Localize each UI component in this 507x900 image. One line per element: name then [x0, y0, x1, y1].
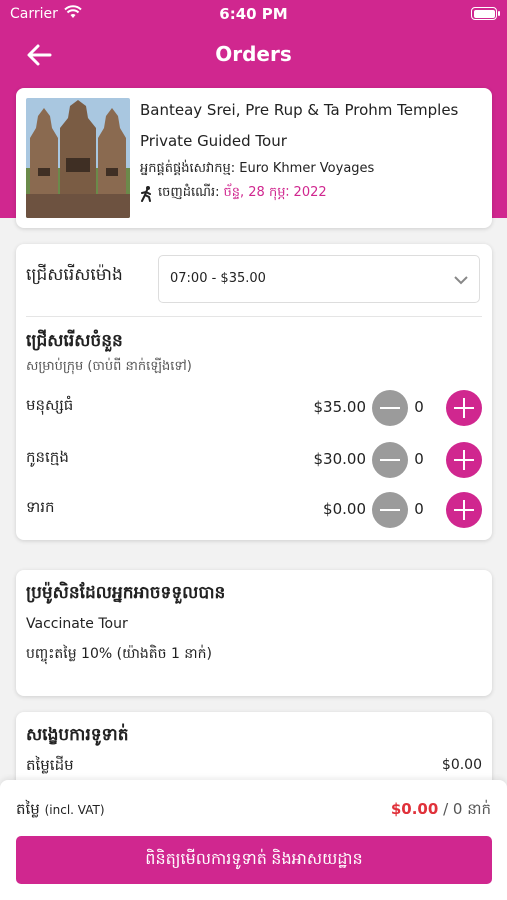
selection-card: ជ្រើសរើសម៉ោង 07:00 - $35.00 ជ្រើសរើសចំនួ… [16, 244, 492, 540]
promotion-title: ប្រម៉ូសិនដែលអ្នកអាចទទួលបាន [26, 583, 226, 603]
battery-icon [471, 7, 500, 20]
chevron-down-icon [454, 276, 468, 285]
increment-button[interactable] [446, 442, 482, 478]
quantity-row-child: កូនក្មេង $30.00 0 [26, 440, 482, 480]
status-bar: Carrier 6:40 PM [0, 0, 507, 28]
time-dropdown[interactable]: 07:00 - $35.00 [158, 255, 480, 303]
row-label: មនុស្សធំ [26, 396, 74, 414]
row-price: $0.00 [323, 500, 366, 518]
per-person-count: / 0 នាក់ [443, 800, 491, 818]
depart-date: ច័ន្ទ, 28 កុម្ភៈ 2022 [223, 185, 327, 200]
row-count: 0 [414, 500, 424, 518]
row-price: $30.00 [313, 450, 367, 468]
depart-line: ចេញដំណើរ: ច័ន្ទ, 28 កុម្ភៈ 2022 [140, 184, 327, 203]
provider-label: អ្នកផ្គត់ផ្គង់សេវាកម្ម: [140, 161, 236, 176]
page-title: Orders [215, 42, 292, 66]
quantity-row-adult: មនុស្សធំ $35.00 0 [26, 388, 482, 428]
promotion-description: បញ្ចុះតម្លៃ 10% (យ៉ាងតិច 1 នាក់) [26, 646, 212, 662]
promotion-name: Vaccinate Tour [26, 616, 128, 632]
time-select-label: ជ្រើសរើសម៉ោង [26, 265, 123, 285]
decrement-button[interactable] [372, 442, 408, 478]
depart-label: ចេញដំណើរ: [158, 185, 220, 200]
decrement-button[interactable] [372, 492, 408, 528]
base-price-value: $0.00 [441, 757, 482, 773]
quantity-row-infant: ទារក $0.00 0 [26, 490, 482, 530]
tour-name: Banteay Srei, Pre Rup & Ta Prohm Temples [140, 101, 459, 119]
total-amount: $0.00 [390, 800, 439, 818]
row-price: $35.00 [313, 398, 367, 416]
checkout-footer: តម្លៃ (incl. VAT) $0.00 / 0 នាក់ ពិនិត្យ… [0, 780, 507, 900]
tour-thumbnail [26, 98, 130, 218]
tour-card: Banteay Srei, Pre Rup & Ta Prohm Temples… [16, 88, 492, 228]
tour-subtitle: Private Guided Tour [140, 132, 287, 150]
quantity-subtitle: សម្រាប់ក្រុម (ចាប់ពី នាក់ឡើងទៅ) [26, 359, 192, 374]
checkout-button[interactable]: ពិនិត្យមើលការទូទាត់ និងអាសយដ្ឋាន [16, 836, 492, 884]
increment-button[interactable] [446, 390, 482, 426]
total-price: $0.00 / 0 នាក់ [391, 800, 491, 822]
quantity-title: ជ្រើសរើសចំនួន [26, 331, 123, 351]
provider-name: Euro Khmer Voyages [239, 161, 375, 176]
row-label: កូនក្មេង [26, 448, 69, 466]
decrement-button[interactable] [372, 390, 408, 426]
time-dropdown-value: 07:00 - $35.00 [170, 271, 266, 286]
row-count: 0 [414, 398, 424, 416]
summary-title: សង្ខេបការទូទាត់ [26, 725, 129, 745]
divider [26, 316, 482, 317]
vat-note: (incl. VAT) [44, 803, 105, 817]
clock: 6:40 PM [219, 5, 288, 23]
row-label: ទារក [26, 498, 55, 516]
row-count: 0 [414, 450, 424, 468]
base-price-label: តម្លៃដើម [26, 756, 74, 774]
walking-person-icon [141, 185, 151, 202]
price-label-text: តម្លៃ [16, 800, 40, 818]
provider-line: អ្នកផ្គត់ផ្គង់សេវាកម្ម: Euro Khmer Voyag… [140, 160, 374, 179]
promotion-card[interactable]: ប្រម៉ូសិនដែលអ្នកអាចទទួលបាន Vaccinate Tou… [16, 570, 492, 696]
increment-button[interactable] [446, 492, 482, 528]
total-price-label: តម្លៃ (incl. VAT) [16, 800, 105, 822]
